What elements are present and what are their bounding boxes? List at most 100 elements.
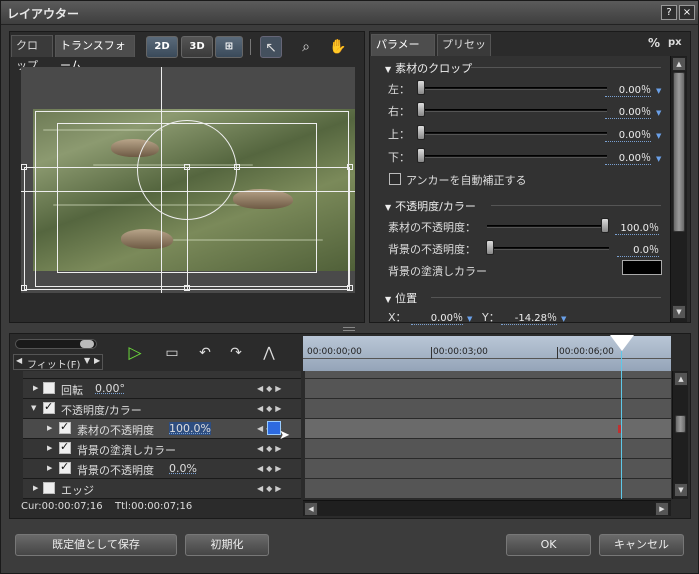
zoom-tool-button[interactable]: ⌕	[295, 36, 317, 58]
spin-icon[interactable]: ▼	[561, 315, 566, 323]
scroll-down-icon[interactable]: ▼	[672, 305, 686, 319]
crop-left-slider[interactable]	[421, 87, 607, 90]
section-crop[interactable]: ▼ 素材のクロップ	[385, 60, 472, 75]
resize-handle[interactable]	[347, 164, 353, 170]
fit-dropdown[interactable]: ◀ フィット(F) ▼ ▶	[13, 354, 103, 371]
track-row-material-opacity[interactable]: ▶ 素材の不透明度 100.0% ◀◆▶ ➤	[23, 419, 301, 443]
resize-handle[interactable]	[184, 285, 190, 291]
expand-icon[interactable]: ▶	[33, 484, 38, 492]
track-row-edge[interactable]: ▶ エッジ ◀◆▶	[23, 479, 301, 499]
graph-button[interactable]: ⋀	[258, 342, 280, 364]
collapse-icon[interactable]: ▼	[31, 404, 36, 412]
spin-icon[interactable]: ▼	[656, 155, 661, 163]
redo-button[interactable]: ↷	[225, 342, 247, 364]
position-x-value[interactable]: 0.00％	[411, 309, 463, 325]
track-checkbox[interactable]	[59, 420, 71, 434]
track-row-fill-color[interactable]: ▶ 背景の塗潰しカラー ◀◆▶	[23, 439, 301, 459]
bg-opacity-knob[interactable]	[486, 240, 494, 255]
track-value[interactable]: 100.0%	[169, 422, 211, 435]
keyframe-nav-icons[interactable]: ◀◆▶	[257, 444, 284, 453]
resize-handle[interactable]	[347, 285, 353, 291]
scroll-left-icon[interactable]: ◀	[304, 502, 318, 516]
playhead-marker[interactable]	[610, 335, 634, 351]
tab-parameters[interactable]: パラメーター	[371, 34, 435, 71]
undo-button[interactable]: ↶	[194, 342, 216, 364]
parameter-scrollbar[interactable]: ▲ ▼	[670, 56, 687, 322]
material-opacity-value[interactable]: 100.0％	[615, 219, 659, 235]
tab-presets[interactable]: プリセット	[437, 34, 491, 71]
play-button[interactable]: ▷	[124, 342, 146, 364]
splitter-grip[interactable]	[343, 327, 355, 331]
material-opacity-knob[interactable]	[601, 218, 609, 233]
resize-handle[interactable]	[21, 164, 27, 170]
track-checkbox[interactable]	[59, 440, 71, 454]
crop-left-value[interactable]: 0.00％	[605, 81, 651, 97]
timeline-track[interactable]	[305, 419, 671, 439]
fill-color-swatch[interactable]	[622, 260, 662, 275]
unit-px-button[interactable]: px	[668, 37, 682, 48]
tab-transform[interactable]: トランスフォーム	[55, 35, 135, 72]
close-button[interactable]: ×	[679, 5, 695, 20]
keyframe-nav-icons[interactable]: ◀◆▶	[257, 464, 284, 473]
unit-percent-button[interactable]: %	[648, 36, 660, 50]
timeline-track[interactable]	[305, 379, 671, 399]
timeline-track[interactable]	[305, 371, 671, 379]
section-position[interactable]: ▼ 位置	[385, 290, 417, 305]
track-row-opacity[interactable]: ▼ 不透明度/カラー ◀◆▶	[23, 399, 301, 419]
auto-anchor-checkbox[interactable]	[389, 173, 401, 185]
keyframe-nav-icons[interactable]: ◀◆▶	[257, 484, 284, 493]
bg-opacity-value[interactable]: 0.0％	[617, 241, 659, 257]
preview-canvas[interactable]	[21, 67, 355, 293]
expand-icon[interactable]: ▶	[47, 424, 52, 432]
expand-icon[interactable]: ▶	[33, 384, 38, 392]
scroll-thumb[interactable]	[673, 72, 685, 232]
spin-icon[interactable]: ▼	[656, 109, 661, 117]
track-value[interactable]: 0.00°	[95, 382, 125, 395]
scroll-right-icon[interactable]: ▶	[655, 502, 669, 516]
material-opacity-slider[interactable]	[487, 225, 607, 228]
track-row-bg-opacity[interactable]: ▶ 背景の不透明度 0.0% ◀◆▶	[23, 459, 301, 479]
save-default-button[interactable]: 既定値として保存	[15, 534, 177, 556]
select-tool-button[interactable]: ↖	[260, 36, 282, 58]
mode-2d-button[interactable]: 2D	[146, 36, 178, 58]
crop-top-knob[interactable]	[417, 125, 425, 140]
resize-handle[interactable]	[184, 164, 190, 170]
track-checkbox[interactable]	[59, 460, 71, 474]
scroll-down-icon[interactable]: ▼	[674, 483, 688, 497]
crop-right-knob[interactable]	[417, 102, 425, 117]
timeline-track[interactable]	[305, 439, 671, 459]
timeline-track[interactable]	[305, 479, 671, 499]
crop-top-slider[interactable]	[421, 132, 607, 135]
scroll-up-icon[interactable]: ▲	[672, 57, 686, 71]
reset-button[interactable]: 初期化	[185, 534, 269, 556]
crop-right-value[interactable]: 0.00％	[605, 103, 651, 119]
crop-bottom-slider[interactable]	[421, 155, 607, 158]
timeline-track[interactable]	[305, 459, 671, 479]
position-y-value[interactable]: -14.28％	[501, 309, 557, 325]
zoom-slider-knob[interactable]	[80, 340, 94, 348]
cancel-button[interactable]: キャンセル	[599, 534, 684, 556]
timeline-track[interactable]	[305, 399, 671, 419]
timeline-hscroll[interactable]: ◀ ▶	[303, 500, 671, 516]
crop-bottom-value[interactable]: 0.00％	[605, 149, 651, 165]
scroll-thumb[interactable]	[675, 415, 686, 433]
crop-right-slider[interactable]	[421, 109, 607, 112]
track-value[interactable]: 0.0%	[169, 462, 197, 475]
playhead-line[interactable]	[621, 351, 622, 499]
ok-button[interactable]: OK	[506, 534, 591, 556]
grid-button[interactable]: ⊞	[215, 36, 243, 58]
mode-3d-button[interactable]: 3D	[181, 36, 213, 58]
spin-icon[interactable]: ▼	[656, 132, 661, 140]
hand-tool-button[interactable]: ✋	[327, 36, 349, 58]
section-opacity[interactable]: ▼ 不透明度/カラー	[385, 198, 476, 213]
zoom-slider[interactable]	[15, 339, 97, 349]
help-button[interactable]: ?	[661, 5, 677, 20]
spin-icon[interactable]: ▼	[467, 315, 472, 323]
tab-crop[interactable]: クロップ	[11, 35, 53, 72]
scroll-up-icon[interactable]: ▲	[674, 372, 688, 386]
track-checkbox[interactable]	[43, 400, 55, 414]
track-checkbox[interactable]	[43, 382, 55, 394]
crop-bottom-knob[interactable]	[417, 148, 425, 163]
timeline-vscroll[interactable]: ▲ ▼	[672, 371, 688, 499]
spin-icon[interactable]: ▼	[656, 87, 661, 95]
